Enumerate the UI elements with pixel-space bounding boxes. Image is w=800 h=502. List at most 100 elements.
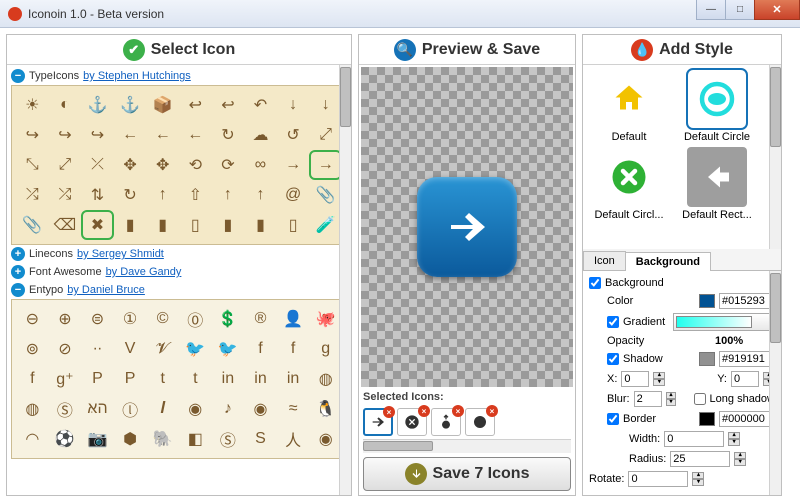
flattr-icon[interactable]: ◧ [179, 424, 212, 454]
border-color-input[interactable] [719, 411, 775, 427]
repeat-outline-icon[interactable]: ⟳ [212, 150, 245, 180]
renren-icon[interactable]: 人 [277, 424, 310, 454]
forward-outline-icon[interactable]: ↪ [49, 120, 82, 150]
shadow-swatch[interactable] [699, 352, 715, 366]
stumbleupon-icon[interactable]: האּ [81, 394, 114, 424]
minimise-icon[interactable]: ⤫ [81, 150, 114, 180]
selected-icon-1[interactable]: × [363, 408, 393, 436]
tumblr-icon[interactable]: t [146, 364, 179, 394]
move-icon[interactable]: ✥ [114, 150, 147, 180]
loop-icon[interactable]: ↺ [277, 120, 310, 150]
facebook-icon[interactable]: f [16, 364, 49, 394]
background-checkbox[interactable] [589, 277, 601, 289]
minus-circle-icon[interactable]: ⊖ [16, 304, 49, 334]
arrow-left2-icon[interactable]: ← [146, 120, 179, 150]
selected-icon-3[interactable]: × [431, 408, 461, 436]
beaker-icon[interactable]: 🧪 [309, 210, 342, 240]
style-default[interactable]: Default [587, 69, 671, 143]
width-spinner[interactable]: ▴▾ [728, 432, 740, 446]
evernote-icon[interactable]: 🐘 [146, 424, 179, 454]
arrow-down-alt-icon[interactable]: ↓ [277, 90, 310, 120]
twitter-icon[interactable]: 🐦 [179, 334, 212, 364]
collapse-icon[interactable]: − [11, 283, 25, 297]
iconset-author-link[interactable]: by Dave Gandy [106, 266, 182, 278]
copyright-icon[interactable]: © [146, 304, 179, 334]
linkedin-alt-icon[interactable]: in [277, 364, 310, 394]
flickr-icon[interactable]: ∙∙ [81, 334, 114, 364]
arrow-up-outline-icon[interactable]: ↑ [212, 180, 245, 210]
battery-full-icon[interactable]: ▮ [114, 210, 147, 240]
dribbble-circle-icon[interactable]: ◍ [309, 364, 342, 394]
iconset-author-link[interactable]: by Stephen Hutchings [83, 70, 191, 82]
dribbble-icon[interactable]: ◍ [16, 394, 49, 424]
dollar-circle-icon[interactable]: 💲 [212, 304, 245, 334]
maximise-outline-icon[interactable]: ⤢ [49, 150, 82, 180]
iconset-fontawesome-header[interactable]: + Font Awesome by Dave Gandy [11, 263, 347, 281]
one-circle-icon[interactable]: ① [114, 304, 147, 334]
remove-icon[interactable]: × [418, 405, 430, 417]
infinity-icon[interactable]: ∞ [244, 150, 277, 180]
vimeo-alt-icon[interactable]: 𝓥 [146, 334, 179, 364]
brightness-icon[interactable]: ☀ [16, 90, 49, 120]
close-button[interactable]: ✕ [754, 0, 800, 20]
iconset-linecons-header[interactable]: + Linecons by Sergey Shmidt [11, 245, 347, 263]
gradient-checkbox[interactable] [607, 316, 619, 328]
battery-mid-icon[interactable]: ▮ [212, 210, 245, 240]
arrow-back-icon[interactable]: ↩ [179, 90, 212, 120]
shuffle-outline-icon[interactable]: ⤮ [16, 180, 49, 210]
expand-icon[interactable]: ⤡ [16, 150, 49, 180]
scrollbar[interactable] [339, 65, 351, 495]
qq-icon[interactable]: 🐧 [309, 394, 342, 424]
move-outline-icon[interactable]: ✥ [146, 150, 179, 180]
iconset-typeicons-header[interactable]: − TypeIcons by Stephen Hutchings [11, 67, 347, 85]
radius-input[interactable] [670, 451, 730, 467]
arrow-left-icon[interactable]: ← [114, 120, 147, 150]
skype-circle-icon[interactable]: Ⓢ [212, 424, 245, 454]
user-circle-icon[interactable]: 👤 [277, 304, 310, 334]
battery-charge-icon[interactable]: ▮ [244, 210, 277, 240]
pinterest-circle-icon[interactable]: P [81, 364, 114, 394]
github-icon[interactable]: 🐙 [309, 304, 342, 334]
selected-icon-2[interactable]: × [397, 408, 427, 436]
forward-alt-icon[interactable]: ↪ [16, 120, 49, 150]
selected-hscroll[interactable] [363, 439, 571, 453]
forward-icon[interactable]: ↪ [81, 120, 114, 150]
arrow-back-outline-icon[interactable]: ↩ [212, 90, 245, 120]
archive-icon[interactable]: 📦 [146, 90, 179, 120]
arrow-left-alt-icon[interactable]: ↶ [244, 90, 277, 120]
border-swatch[interactable] [699, 412, 715, 426]
soccer-icon[interactable]: ⚽ [49, 424, 82, 454]
arrow-right-icon[interactable]: → [309, 150, 342, 180]
battery-low-icon[interactable]: ▯ [179, 210, 212, 240]
arrow-left3-icon[interactable]: ← [179, 120, 212, 150]
google-circle-icon[interactable]: g [309, 334, 342, 364]
spotify-circle-icon[interactable]: ◉ [244, 394, 277, 424]
remove-icon[interactable]: × [452, 405, 464, 417]
collapse-icon[interactable]: − [11, 69, 25, 83]
zero-circle-icon[interactable]: ⓪ [179, 304, 212, 334]
remove-icon[interactable]: × [383, 406, 395, 418]
refresh-icon[interactable]: ↻ [114, 180, 147, 210]
attachment-icon[interactable]: 📎 [309, 180, 342, 210]
arrow-right-alt-icon[interactable]: → [277, 150, 310, 180]
plus-circle-icon[interactable]: ⊕ [49, 304, 82, 334]
iconset-author-link[interactable]: by Sergey Shmidt [77, 248, 164, 260]
style-default-circle[interactable]: Default Circle [675, 69, 759, 143]
selected-icon-4[interactable]: × [465, 408, 495, 436]
tumblr-alt-icon[interactable]: t [179, 364, 212, 394]
loop-alt-icon[interactable]: ↻ [212, 120, 245, 150]
rotate-spinner[interactable]: ▴▾ [692, 472, 704, 486]
long-shadow-checkbox[interactable] [694, 393, 706, 405]
slash-circle-icon[interactable]: ⊘ [49, 334, 82, 364]
preview-canvas[interactable] [361, 67, 573, 387]
maximize-button[interactable]: □ [725, 0, 755, 20]
vimeo-icon[interactable]: V [114, 334, 147, 364]
at-icon[interactable]: @ [277, 180, 310, 210]
remove-icon[interactable]: × [486, 405, 498, 417]
facebook-square-icon[interactable]: f [277, 334, 310, 364]
shadow-color-input[interactable] [719, 351, 775, 367]
scrollbar[interactable] [769, 65, 781, 249]
sina-icon[interactable]: ◉ [309, 424, 342, 454]
arrow-up-filled-icon[interactable]: ↑ [244, 180, 277, 210]
maximise-icon[interactable]: ⤢ [309, 120, 342, 150]
